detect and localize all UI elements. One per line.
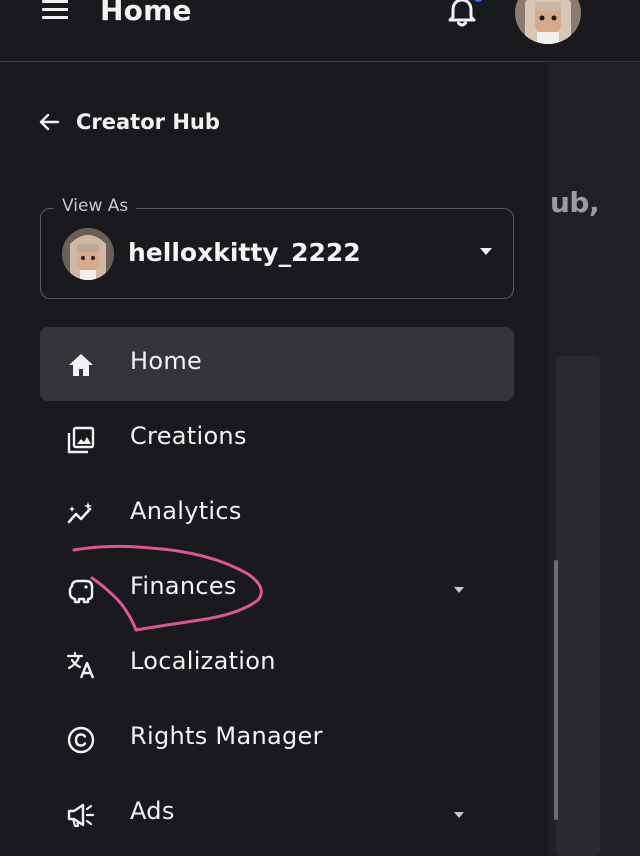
view-as-legend: View As — [54, 196, 137, 216]
nav-label-rights-manager: Rights Manager — [130, 722, 323, 750]
nav-item-creations[interactable]: Creations — [40, 402, 514, 476]
nav-label-creations: Creations — [130, 422, 247, 450]
nav-item-ads[interactable]: Ads — [40, 777, 514, 851]
nav-item-finances[interactable]: Finances — [40, 552, 514, 626]
arrow-left-icon — [39, 113, 60, 131]
background-heading-fragment: ub, — [550, 186, 600, 219]
nav-label-analytics: Analytics — [130, 497, 242, 525]
piggy-bank-icon — [68, 579, 94, 604]
background-scrollbar — [554, 560, 558, 820]
background-card — [556, 356, 600, 856]
nav-item-localization[interactable]: Localization — [40, 627, 514, 701]
selected-user-avatar — [62, 228, 114, 280]
top-app-bar: Home — [0, 0, 640, 62]
chevron-down-icon[interactable] — [454, 587, 464, 593]
hamburger-menu-icon[interactable] — [40, 0, 70, 24]
selected-username: helloxkitty_2222 — [128, 238, 361, 267]
nav-item-rights-manager[interactable]: Rights Manager — [40, 702, 514, 776]
copyright-icon — [67, 726, 95, 754]
analytics-sparkle-icon — [67, 502, 92, 524]
nav-item-home[interactable]: Home — [40, 327, 514, 401]
nav-label-home: Home — [130, 347, 203, 375]
nav-item-analytics[interactable]: Analytics — [40, 477, 514, 551]
home-icon — [69, 354, 93, 376]
nav-label-finances: Finances — [130, 572, 237, 600]
chevron-down-icon[interactable] — [454, 812, 464, 818]
user-avatar[interactable] — [515, 0, 581, 44]
nav-label-ads: Ads — [130, 797, 175, 825]
caret-down-icon[interactable] — [480, 248, 492, 255]
image-gallery-icon — [67, 426, 95, 454]
bell-icon[interactable] — [446, 0, 478, 30]
creator-hub-label: Creator Hub — [76, 110, 220, 134]
megaphone-icon — [67, 803, 95, 827]
page-title: Home — [100, 0, 192, 27]
translate-icon — [66, 651, 95, 679]
back-to-creator-hub-link[interactable]: Creator Hub — [38, 108, 220, 136]
nav-label-localization: Localization — [130, 647, 276, 675]
